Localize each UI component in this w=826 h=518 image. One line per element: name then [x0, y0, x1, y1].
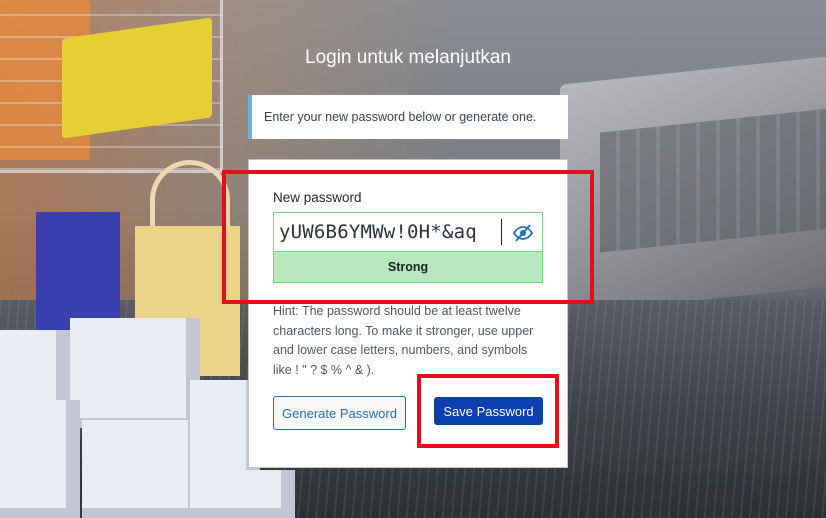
- password-hint: Hint: The password should be at least tw…: [273, 302, 545, 380]
- background-box: [225, 470, 295, 518]
- background-keyboard: [600, 107, 826, 253]
- highlight-box-password: [222, 170, 594, 304]
- notice-message: Enter your new password below or generat…: [248, 95, 568, 139]
- background-box: [82, 420, 202, 518]
- background-box: [0, 330, 70, 410]
- background-box: [70, 318, 200, 428]
- hint-line: characters long. To make it stronger, us…: [273, 323, 534, 338]
- generate-password-button[interactable]: Generate Password: [273, 396, 406, 430]
- hint-line: Hint: The password should be at least tw…: [273, 304, 521, 318]
- background-yellow-basket: [62, 17, 212, 139]
- background-box: [0, 400, 80, 518]
- login-title: Login untuk melanjutkan: [305, 47, 511, 68]
- hint-line: and lower case letters, numbers, and sym…: [273, 343, 528, 357]
- highlight-box-save: [417, 374, 559, 448]
- hint-line: like ! " ? $ % ^ & ).: [273, 362, 375, 377]
